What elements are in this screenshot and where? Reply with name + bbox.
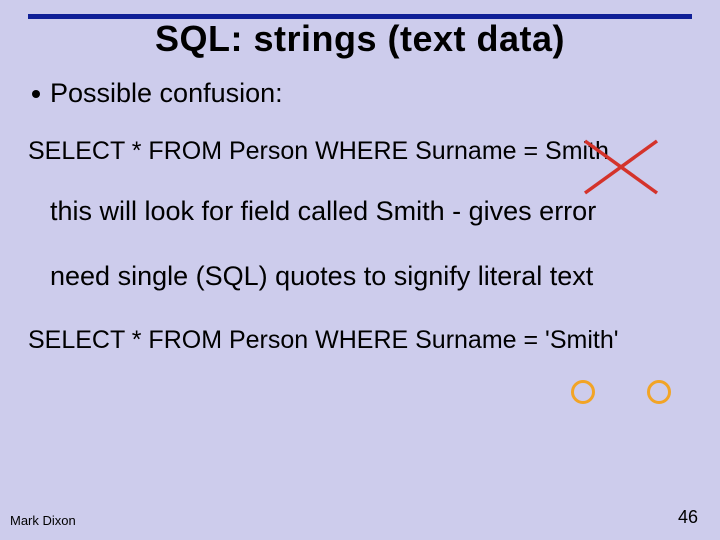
sql-right-line: SELECT * FROM Person WHERE Surname = 'Sm… (28, 326, 692, 355)
bullet-text-1: Possible confusion: (50, 78, 283, 109)
explain-line-2: need single (SQL) quotes to signify lite… (50, 261, 692, 292)
explain-line-1: this will look for field called Smith - … (50, 196, 692, 227)
slide-title: SQL: strings (text data) (0, 18, 720, 60)
slide-body: Possible confusion: SELECT * FROM Person… (28, 78, 692, 385)
footer-page-number: 46 (678, 507, 698, 528)
bullet-row-1: Possible confusion: (28, 78, 692, 109)
bullet-dot (32, 90, 40, 98)
sql-wrong-line: SELECT * FROM Person WHERE Surname = Smi… (28, 137, 692, 166)
footer-author: Mark Dixon (10, 513, 76, 528)
slide: SQL: strings (text data) Possible confus… (0, 0, 720, 540)
